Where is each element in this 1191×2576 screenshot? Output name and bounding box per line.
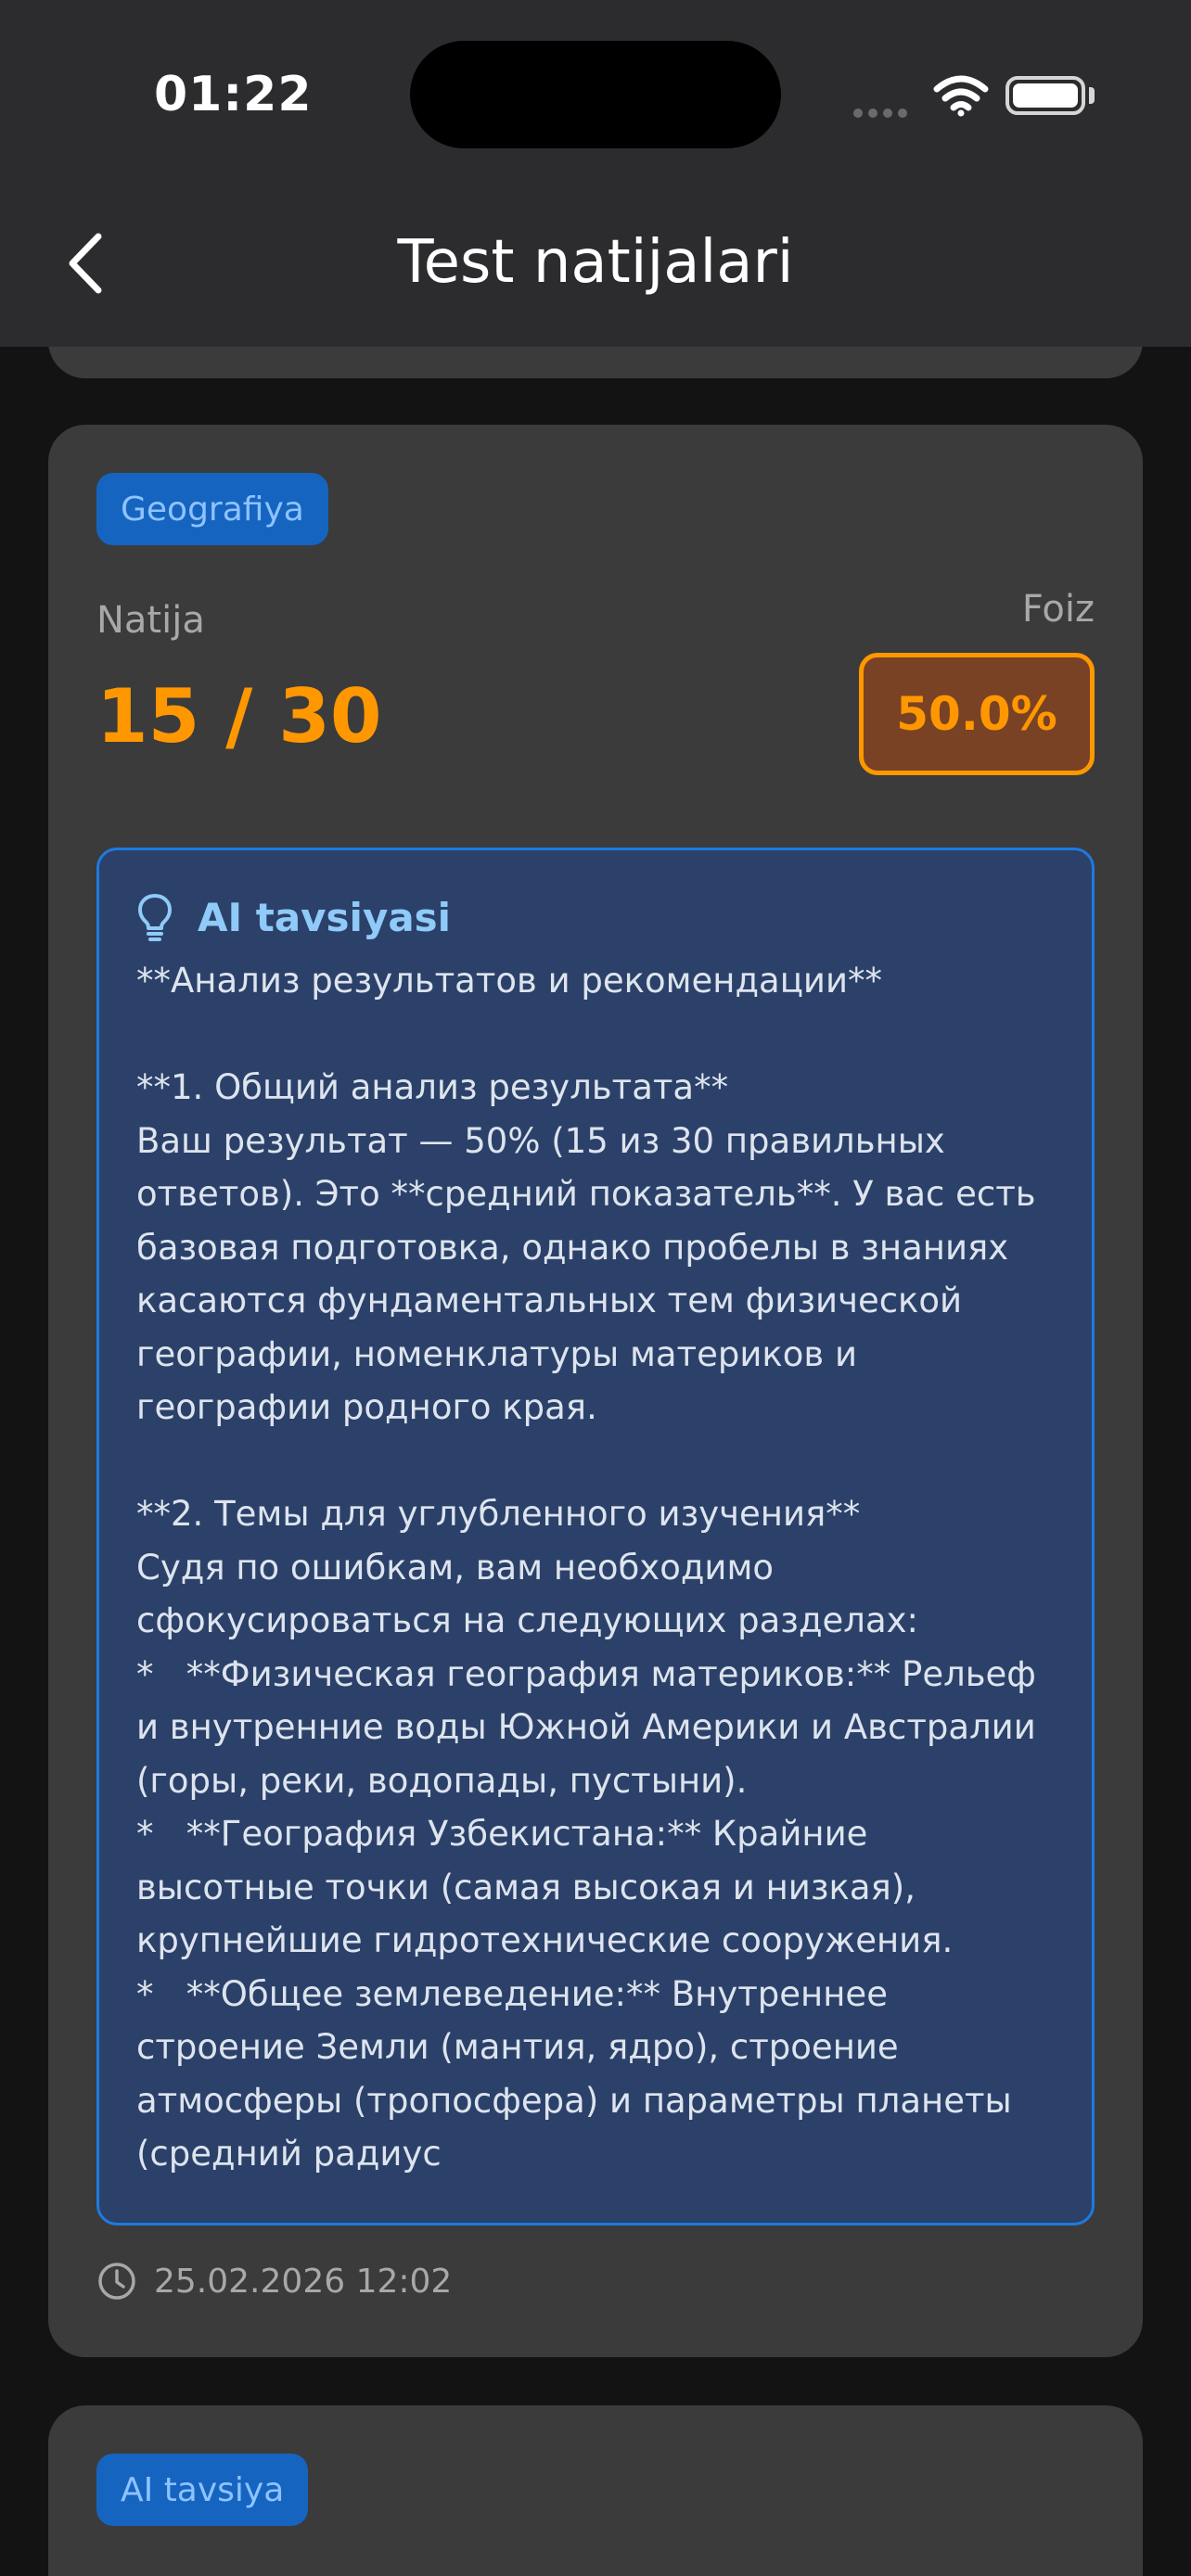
- next-card-chip: AI tavsiya: [96, 2454, 309, 2526]
- next-card-chip-label: AI tavsiya: [121, 2470, 285, 2509]
- lightbulb-icon: [138, 894, 172, 941]
- ai-recommendation-header: AI tavsiyasi: [136, 887, 1055, 947]
- score-value: 15 / 30: [96, 673, 382, 759]
- clock-icon: [98, 2263, 135, 2300]
- ai-recommendation-box: AI tavsiyasi **Анализ результатов и реко…: [96, 848, 1095, 2225]
- wifi-icon: [933, 75, 989, 117]
- result-date: 25.02.2026 12:02: [154, 2262, 453, 2301]
- battery-nub: [1089, 87, 1095, 104]
- battery-icon: [1005, 76, 1085, 115]
- ai-recommendation-title: AI tavsiyasi: [198, 894, 452, 940]
- percent-label: Foiz: [1021, 588, 1095, 631]
- percent-badge: 50.0%: [859, 653, 1095, 775]
- app-root: Geografiya Natija 15 / 30 Foiz 50.0% AI …: [0, 0, 1191, 2576]
- result-date-row: 25.02.2026 12:02: [96, 2261, 452, 2302]
- dynamic-island: [410, 41, 781, 148]
- status-time: 01:22: [154, 67, 313, 122]
- ai-recommendation-text: **Анализ результатов и рекомендации** **…: [136, 961, 1036, 2174]
- top-app-bar: 01:22 Test natijalari: [0, 0, 1191, 347]
- subject-chip: Geografiya: [96, 473, 328, 545]
- result-card[interactable]: Geografiya Natija 15 / 30 Foiz 50.0% AI …: [48, 425, 1143, 2357]
- cellular-signal-icon: [853, 104, 913, 121]
- next-result-card[interactable]: AI tavsiya: [48, 2405, 1143, 2576]
- result-label: Natija: [96, 599, 205, 642]
- subject-chip-label: Geografiya: [121, 490, 304, 529]
- percent-value: 50.0%: [896, 687, 1057, 741]
- page-title: Test natijalari: [397, 228, 794, 297]
